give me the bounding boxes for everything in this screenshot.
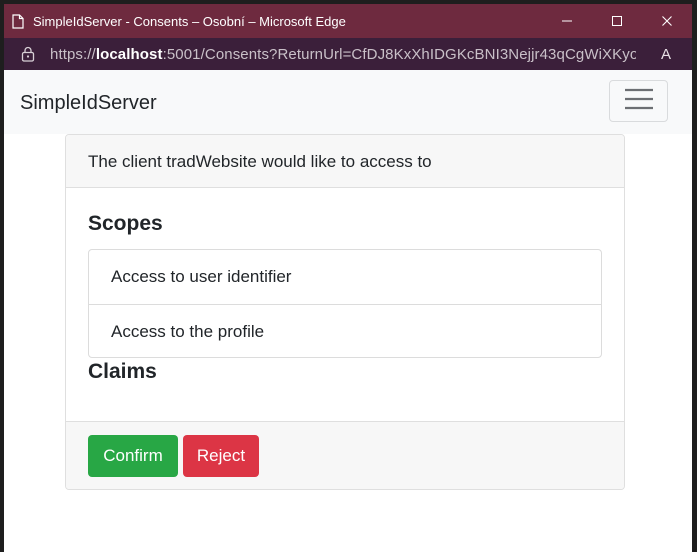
- window-title: SimpleIdServer - Consents – Osobní – Mic…: [33, 13, 346, 29]
- navbar-toggle-button[interactable]: [609, 80, 668, 122]
- scope-item-user-identifier: Access to user identifier: [111, 267, 292, 286]
- read-aloud-icon[interactable]: A: [656, 44, 676, 64]
- minimize-icon[interactable]: [542, 4, 592, 38]
- consent-header: The client tradWebsite would like to acc…: [66, 135, 624, 188]
- navbar-brand[interactable]: SimpleIdServer: [20, 92, 157, 115]
- consent-body: Scopes Access to user identifier Access …: [66, 188, 624, 421]
- navbar: SimpleIdServer: [4, 70, 692, 134]
- read-aloud-label: A: [660, 45, 671, 63]
- claims-title: Claims: [88, 360, 157, 383]
- scope-item-profile: Access to the profile: [89, 304, 601, 358]
- url-rest: :5001/Consents?ReturnUrl=CfDJ8KxXhIDGKcB…: [162, 45, 636, 63]
- page-icon: [11, 13, 25, 29]
- lock-icon[interactable]: [20, 46, 36, 62]
- url-prefix: https://: [50, 45, 96, 63]
- consent-footer: Confirm Reject: [66, 421, 624, 489]
- window-controls: [542, 4, 692, 38]
- url-text[interactable]: https://localhost:5001/Consents?ReturnUr…: [50, 46, 636, 63]
- maximize-icon[interactable]: [592, 4, 642, 38]
- scopes-title: Scopes: [88, 212, 163, 235]
- address-bar[interactable]: https://localhost:5001/Consents?ReturnUr…: [4, 38, 692, 70]
- confirm-button[interactable]: Confirm: [88, 435, 178, 477]
- scopes-list: Access to user identifier Access to the …: [88, 249, 602, 358]
- browser-window: SimpleIdServer - Consents – Osobní – Mic…: [4, 4, 692, 552]
- consent-card: The client tradWebsite would like to acc…: [65, 134, 625, 490]
- url-host: localhost: [95, 45, 163, 63]
- title-bar: SimpleIdServer - Consents – Osobní – Mic…: [4, 4, 692, 38]
- reject-button[interactable]: Reject: [183, 435, 259, 477]
- close-icon[interactable]: [642, 4, 692, 38]
- hamburger-menu-icon: [624, 88, 654, 115]
